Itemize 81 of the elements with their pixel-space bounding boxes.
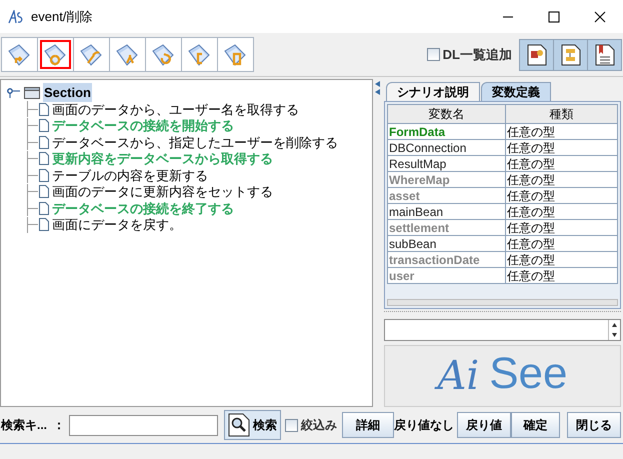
toolbar-button[interactable] — [146, 38, 181, 71]
folder-icon — [222, 42, 248, 66]
tab[interactable]: シナリオ説明 — [386, 82, 480, 101]
table-cell: ResultMap — [388, 156, 506, 172]
tree-item[interactable]: 画面にデータを戻す。 — [52, 215, 182, 234]
table-cell: mainBean — [388, 204, 506, 220]
folder-icon — [186, 42, 212, 66]
table-cell: 任意の型 — [506, 204, 618, 220]
splitter-arrows-icon[interactable] — [375, 81, 380, 95]
table-cell: settlement — [388, 220, 506, 236]
document-icon — [526, 44, 546, 66]
search-field[interactable] — [69, 414, 218, 436]
tree-item[interactable]: 画面のデータから、ユーザー名を取得する — [52, 100, 299, 119]
document-icon — [39, 218, 49, 232]
folder-icon — [78, 42, 104, 66]
return-button[interactable]: 戻り値 — [457, 412, 512, 438]
column-header[interactable]: 変数名 — [388, 104, 506, 124]
colon-label: ： — [53, 417, 66, 434]
table-cell: 任意の型 — [506, 236, 618, 252]
toolbar-button[interactable] — [38, 38, 73, 71]
return-status-label: 戻り値なし — [394, 417, 454, 434]
folder-icon — [6, 42, 32, 66]
tree-item[interactable]: データベースから、指定したユーザーを削除する — [52, 132, 338, 152]
close-button[interactable]: 閉じる — [567, 412, 622, 438]
table-cell: asset — [388, 188, 506, 204]
flowchart-icon — [560, 44, 580, 66]
close-icon[interactable] — [594, 10, 606, 22]
document-icon — [39, 202, 49, 215]
folder-icon — [24, 86, 40, 98]
table-cell: 任意の型 — [506, 124, 618, 140]
document-icon — [39, 136, 49, 149]
table-cell: 任意の型 — [506, 188, 618, 204]
checkbox-label: DL一覧追加 — [442, 46, 512, 64]
document-icon — [39, 119, 49, 132]
horizontal-scrollbar[interactable] — [387, 299, 618, 306]
table-cell: 任意の型 — [506, 140, 618, 156]
toolbar-button[interactable] — [218, 38, 253, 71]
search-button[interactable]: 検索 — [224, 410, 282, 440]
document-icon — [39, 168, 49, 182]
maximize-icon[interactable] — [548, 10, 560, 22]
table-cell: transactionDate — [388, 252, 506, 268]
toolbar-button[interactable] — [182, 38, 217, 71]
folder-icon — [42, 42, 68, 66]
book-icon — [594, 44, 614, 66]
table-cell: user — [388, 268, 506, 284]
table-cell: 任意の型 — [506, 172, 618, 188]
table-cell: FormData — [388, 124, 506, 140]
column-header[interactable]: 種類 — [506, 104, 618, 124]
table-cell: 任意の型 — [506, 220, 618, 236]
checkbox-label: 絞込み — [301, 417, 338, 434]
folder-icon — [114, 42, 140, 66]
document-icon — [39, 185, 49, 198]
table-cell: DBConnection — [388, 140, 506, 156]
table-cell: 任意の型 — [506, 156, 618, 172]
checkbox[interactable] — [285, 418, 298, 432]
book-button[interactable] — [588, 40, 621, 70]
flowchart-button[interactable] — [554, 40, 587, 70]
detail-button[interactable]: 詳細 — [342, 412, 394, 438]
toolbar-button[interactable] — [2, 38, 37, 71]
spinner[interactable] — [608, 320, 620, 340]
table-cell: WhereMap — [388, 172, 506, 188]
toolbar-button[interactable] — [74, 38, 109, 71]
tree-item[interactable]: テーブルの内容を更新する — [52, 166, 208, 185]
table-cell: 任意の型 — [506, 268, 618, 284]
checkbox[interactable] — [426, 48, 440, 61]
document-icon — [39, 102, 49, 116]
search-label: 検索キ... — [1, 417, 48, 434]
folder-icon — [150, 42, 176, 66]
table-cell: subBean — [388, 236, 506, 252]
tree-handle-icon[interactable] — [7, 88, 21, 98]
tree-item[interactable]: 画面のデータに更新内容をセットする — [52, 182, 273, 202]
table-cell: 任意の型 — [506, 252, 618, 268]
document-icon — [39, 152, 49, 166]
toolbar-button[interactable] — [110, 38, 145, 71]
window-title: event/削除 — [31, 8, 92, 26]
search-icon — [228, 413, 250, 437]
confirm-button[interactable]: 確定 — [511, 412, 560, 438]
export-button[interactable] — [520, 40, 553, 70]
tree-node[interactable]: Section — [43, 82, 92, 102]
tab[interactable]: 変数定義 — [481, 82, 551, 101]
logo-word: See — [489, 352, 568, 396]
